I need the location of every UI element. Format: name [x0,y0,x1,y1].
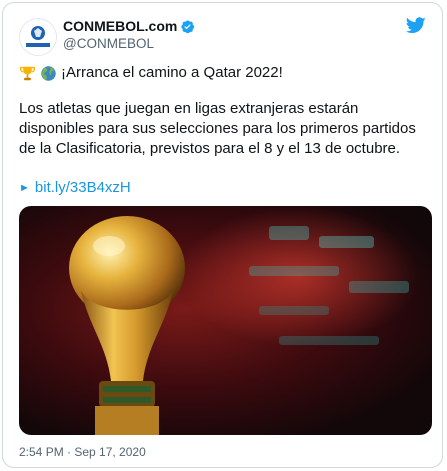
display-name[interactable]: CONMEBOL.com [63,18,177,34]
globe-americas-icon [41,65,56,81]
tweet-link-row[interactable]: ► bit.ly/33B4xzH [19,178,431,198]
tweet-headline-row: ¡Arranca el camino a Qatar 2022! [19,63,431,83]
link-arrow-icon: ► [19,182,30,194]
trophy-icon [20,66,35,80]
tweet-headline: ¡Arranca el camino a Qatar 2022! [61,64,283,81]
user-handle[interactable]: @CONMEBOL [63,36,154,51]
tweet-link[interactable]: bit.ly/33B4xzH [35,178,131,198]
tweet-card[interactable]: CONMEBOL.com @CONMEBOL ¡Arranca el camin… [2,2,443,468]
profile-avatar[interactable] [19,18,57,56]
tweet-media-image[interactable] [19,206,432,435]
conmebol-logo-icon [26,26,50,47]
tweet-body: Los atletas que juegan en ligas extranje… [19,100,416,157]
tweet-timestamp[interactable]: 2:54 PM · Sep 17, 2020 [19,445,146,459]
twitter-bird-icon[interactable] [406,17,426,34]
verified-badge-icon [181,19,195,33]
author-name-row: CONMEBOL.com [63,18,195,34]
trophy-photo [69,206,419,435]
